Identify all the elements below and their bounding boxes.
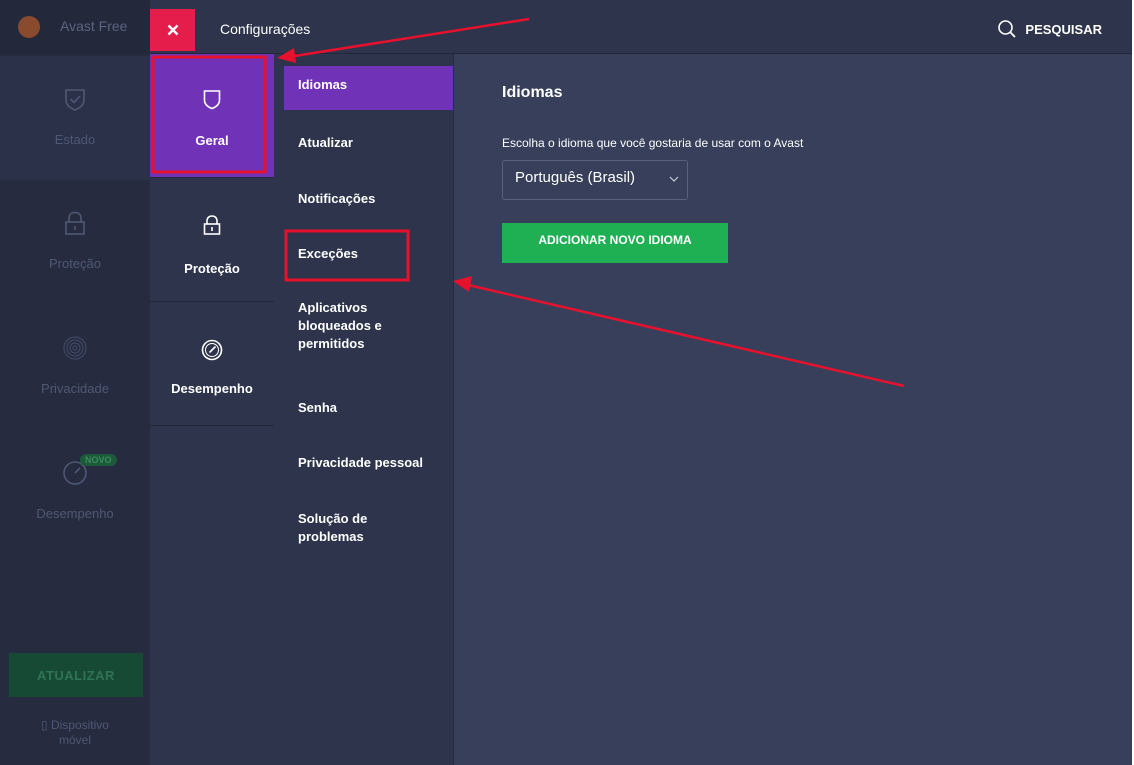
submenu-item-solucao-de-problemas[interactable]: Solução de problemas <box>284 510 404 546</box>
screen: Avast Free Estado Proteção Privacidade D… <box>0 0 1132 765</box>
chevron-down-icon <box>669 176 679 182</box>
language-select-value: Português (Brasil) <box>515 168 636 186</box>
category-label: Proteção <box>184 261 240 276</box>
background-app-title: Avast Free <box>60 18 128 34</box>
mobile-label-line2: móvel <box>58 733 91 747</box>
shield-check-icon <box>65 89 85 111</box>
submenu-item-idiomas[interactable]: Idiomas <box>284 66 453 110</box>
fingerprint-icon <box>63 336 87 360</box>
background-nav-privacidade: Privacidade <box>0 305 150 429</box>
background-app: Avast Free Estado Proteção Privacidade D… <box>0 0 150 765</box>
add-language-label: ADICIONAR NOVO IDIOMA <box>538 233 692 247</box>
speedometer-icon <box>201 339 223 361</box>
avast-logo-icon <box>18 16 40 38</box>
settings-top-bar: Configurações PESQUISAR <box>150 0 1132 54</box>
submenu-item-senha[interactable]: Senha <box>284 399 453 417</box>
category-protecao[interactable]: Proteção <box>150 178 274 302</box>
content-description: Escolha o idioma que você gostaria de us… <box>502 136 804 150</box>
submenu-label: Idiomas <box>298 77 348 92</box>
background-nav-protecao: Proteção <box>0 180 150 304</box>
search-button[interactable]: PESQUISAR <box>997 19 1102 39</box>
mobile-label-line1: Dispositivo <box>50 718 109 732</box>
submenu-item-notificacoes[interactable]: Notificações <box>284 190 453 208</box>
category-geral[interactable]: Geral <box>150 54 274 178</box>
close-icon <box>167 24 178 36</box>
new-badge: NOVO <box>80 454 117 466</box>
search-label: PESQUISAR <box>1025 21 1102 37</box>
settings-categories: Geral Proteção Desempenho <box>150 54 274 765</box>
search-icon <box>998 20 1017 38</box>
add-language-button[interactable]: ADICIONAR NOVO IDIOMA <box>502 223 728 263</box>
settings-title: Configurações <box>220 21 311 37</box>
submenu-item-privacidade-pessoal[interactable]: Privacidade pessoal <box>284 454 453 472</box>
category-desempenho[interactable]: Desempenho <box>150 302 274 426</box>
language-select[interactable]: Português (Brasil) <box>502 160 688 200</box>
background-nav-desempenho: Desempenho <box>0 430 150 554</box>
background-mobile-device: ▯ Dispositivo móvel <box>0 718 150 748</box>
submenu-item-excecoes[interactable]: Exceções <box>284 245 453 263</box>
background-title-bar: Avast Free <box>0 0 150 54</box>
settings-submenu: Idiomas Atualizar Notificações Exceções … <box>274 54 454 765</box>
background-nav-label: Privacidade <box>41 381 109 396</box>
submenu-item-atualizar[interactable]: Atualizar <box>284 134 453 152</box>
phone-icon: ▯ <box>41 718 51 732</box>
background-nav-label: Desempenho <box>36 506 114 521</box>
lock-icon <box>65 211 85 235</box>
background-nav-label: Estado <box>54 132 96 147</box>
background-update-button: ATUALIZAR <box>9 653 143 697</box>
background-nav-estado: Estado <box>0 56 150 180</box>
settings-content: Idiomas Escolha o idioma que você gostar… <box>455 54 1132 765</box>
submenu-item-aplicativos[interactable]: Aplicativos bloqueados e permitidos <box>284 299 424 353</box>
category-label: Geral <box>195 133 229 148</box>
lock-icon <box>203 215 221 235</box>
close-button[interactable] <box>150 9 195 51</box>
shield-icon <box>203 90 221 110</box>
content-heading: Idiomas <box>502 84 563 101</box>
background-nav-label: Proteção <box>48 256 102 271</box>
category-label: Desempenho <box>171 381 253 396</box>
